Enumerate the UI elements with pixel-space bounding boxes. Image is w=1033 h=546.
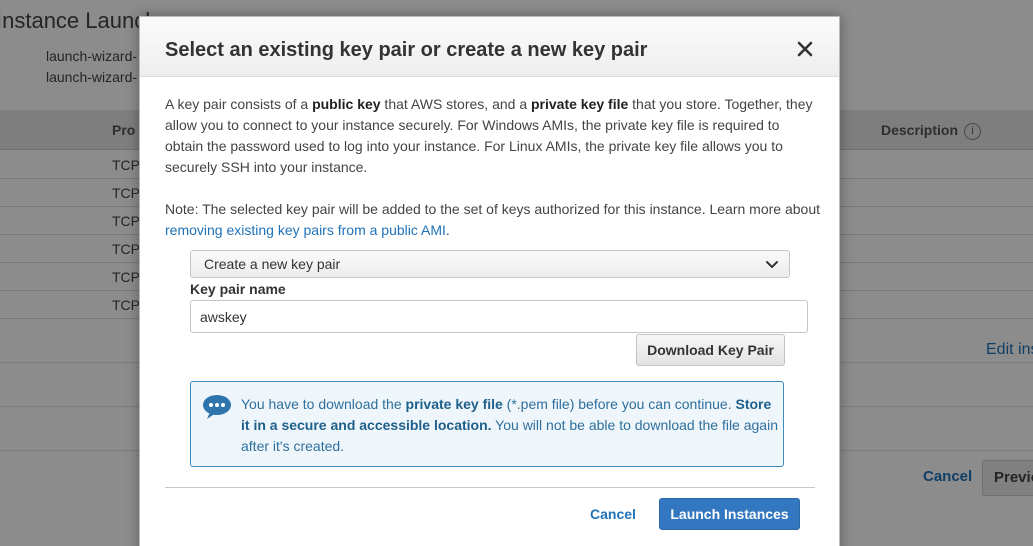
key-pair-mode-value: Create a new key pair [204,256,341,272]
intro-text: A key pair consists of a public key that… [165,96,813,175]
chat-bubble-icon [202,394,234,425]
footer-divider [165,487,815,488]
key-pair-dialog: Select an existing key pair or create a … [139,16,840,546]
chevron-down-icon [765,257,779,274]
key-pair-name-input[interactable] [190,300,808,333]
note-text: Note: The selected key pair will be adde… [165,201,821,238]
key-pair-mode-select[interactable]: Create a new key pair [190,250,790,278]
close-icon [797,41,813,57]
remove-key-pairs-link[interactable]: removing existing key pairs from a publi… [165,222,446,238]
alert-message: You have to download the private key fil… [241,396,778,454]
download-key-pair-button[interactable]: Download Key Pair [636,334,785,366]
dialog-header: Select an existing key pair or create a … [140,17,839,77]
dialog-title: Select an existing key pair or create a … [165,39,648,61]
cancel-button[interactable]: Cancel [590,506,636,522]
close-button[interactable] [795,39,815,59]
launch-instances-button[interactable]: Launch Instances [659,498,800,530]
info-alert: You have to download the private key fil… [190,381,784,467]
key-pair-name-label: Key pair name [190,281,286,297]
